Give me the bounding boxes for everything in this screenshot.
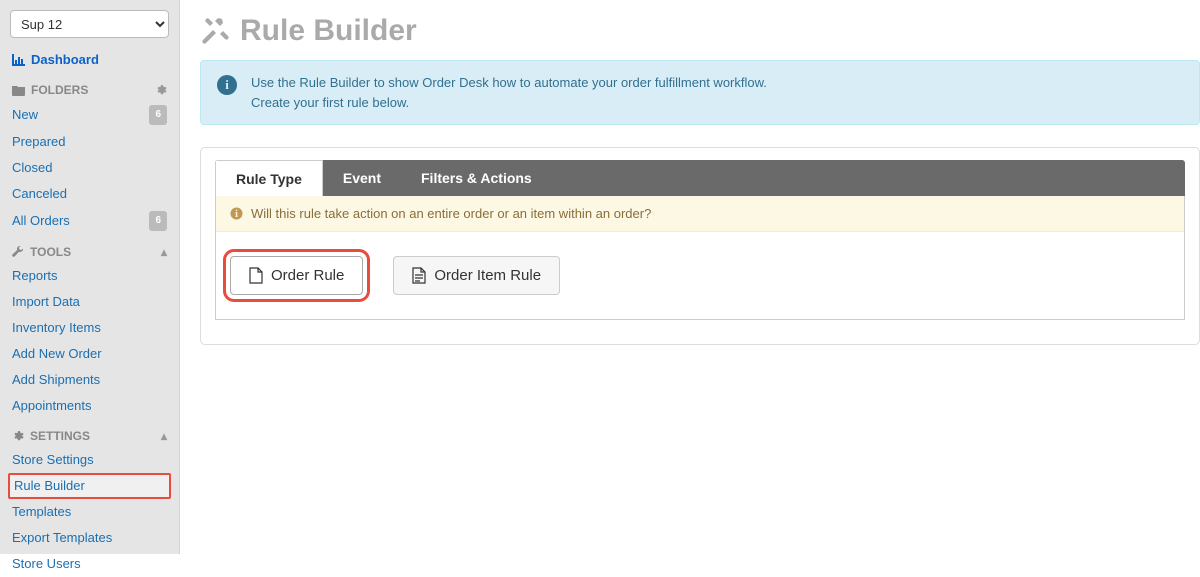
- tab-body: i Will this rule take action on an entir…: [215, 196, 1185, 320]
- sidebar-item-label: Canceled: [12, 185, 67, 203]
- sidebar-item-label: Inventory Items: [12, 319, 101, 337]
- tab-event[interactable]: Event: [323, 160, 401, 196]
- sidebar-item-inventory-items[interactable]: Inventory Items: [0, 315, 179, 341]
- store-selector: Sup 12: [10, 10, 169, 38]
- sidebar-item-closed[interactable]: Closed: [0, 155, 179, 181]
- tab-filters-actions[interactable]: Filters & Actions: [401, 160, 552, 196]
- sidebar-item-new[interactable]: New 6: [0, 101, 179, 129]
- sidebar-item-label: Export Templates: [12, 529, 112, 547]
- sidebar-item-label: Store Settings: [12, 451, 94, 469]
- info-line-1: Use the Rule Builder to show Order Desk …: [251, 73, 767, 93]
- order-rule-button[interactable]: Order Rule: [230, 256, 363, 295]
- caret-up-icon[interactable]: ▴: [161, 429, 167, 443]
- page-title: Rule Builder: [200, 14, 1200, 48]
- sidebar-item-label: Store Users: [12, 555, 81, 573]
- button-label: Order Item Rule: [434, 267, 541, 284]
- settings-header: SETTINGS ▴: [0, 419, 179, 447]
- dashboard-label: Dashboard: [31, 52, 99, 67]
- gear-icon[interactable]: [155, 84, 167, 96]
- badge: 6: [149, 105, 167, 125]
- info-icon: i: [230, 207, 243, 220]
- info-box: i Use the Rule Builder to show Order Des…: [200, 60, 1200, 125]
- sidebar: Sup 12 Dashboard FOLDERS New 6 Prepared …: [0, 0, 180, 554]
- sidebar-item-prepared[interactable]: Prepared: [0, 129, 179, 155]
- info-icon: i: [217, 75, 237, 95]
- tools-header: TOOLS ▴: [0, 235, 179, 263]
- tools-header-label: TOOLS: [30, 245, 71, 259]
- rule-buttons: Order Rule Order Item Rule: [216, 232, 1184, 319]
- folders-header-label: FOLDERS: [31, 83, 88, 97]
- info-text: Use the Rule Builder to show Order Desk …: [251, 73, 767, 112]
- sidebar-item-label: New: [12, 106, 38, 124]
- hint-bar: i Will this rule take action on an entir…: [216, 196, 1184, 232]
- folders-header: FOLDERS: [0, 73, 179, 101]
- sidebar-item-reports[interactable]: Reports: [0, 263, 179, 289]
- file-icon: [249, 267, 263, 284]
- sidebar-item-label: Templates: [12, 503, 71, 521]
- sidebar-item-label: Reports: [12, 267, 58, 285]
- badge: 6: [149, 211, 167, 231]
- settings-header-label: SETTINGS: [30, 429, 90, 443]
- info-line-2: Create your first rule below.: [251, 93, 767, 113]
- svg-text:i: i: [235, 209, 238, 220]
- sidebar-item-label: Add Shipments: [12, 371, 100, 389]
- sidebar-item-label: Import Data: [12, 293, 80, 311]
- sidebar-item-export-templates[interactable]: Export Templates: [0, 525, 179, 551]
- tab-rule-type[interactable]: Rule Type: [215, 160, 323, 196]
- gear-icon: [12, 430, 24, 442]
- sidebar-item-label: Appointments: [12, 397, 92, 415]
- sidebar-item-label: Prepared: [12, 133, 65, 151]
- sidebar-item-label: Closed: [12, 159, 52, 177]
- sidebar-item-all-orders[interactable]: All Orders 6: [0, 207, 179, 235]
- sidebar-item-appointments[interactable]: Appointments: [0, 393, 179, 419]
- tabs: Rule Type Event Filters & Actions: [215, 160, 1185, 196]
- button-label: Order Rule: [271, 267, 344, 284]
- rule-panel: Rule Type Event Filters & Actions i Will…: [200, 147, 1200, 345]
- sidebar-item-label: All Orders: [12, 212, 70, 230]
- caret-up-icon[interactable]: ▴: [161, 245, 167, 259]
- wrench-icon: [12, 246, 24, 258]
- sidebar-item-add-shipments[interactable]: Add Shipments: [0, 367, 179, 393]
- chart-icon: [12, 54, 25, 66]
- sidebar-item-add-new-order[interactable]: Add New Order: [0, 341, 179, 367]
- page-title-text: Rule Builder: [240, 14, 417, 48]
- dashboard-link[interactable]: Dashboard: [0, 46, 179, 73]
- hint-text: Will this rule take action on an entire …: [251, 206, 651, 221]
- sidebar-item-store-settings[interactable]: Store Settings: [0, 447, 179, 473]
- sidebar-item-rule-builder[interactable]: Rule Builder: [8, 473, 171, 499]
- sidebar-item-store-users[interactable]: Store Users: [0, 551, 179, 577]
- order-item-rule-button[interactable]: Order Item Rule: [393, 256, 560, 295]
- sidebar-item-import-data[interactable]: Import Data: [0, 289, 179, 315]
- store-select-dropdown[interactable]: Sup 12: [10, 10, 169, 38]
- sidebar-item-canceled[interactable]: Canceled: [0, 181, 179, 207]
- file-text-icon: [412, 267, 426, 284]
- sidebar-item-label: Rule Builder: [14, 477, 85, 495]
- tools-icon: [200, 16, 230, 46]
- sidebar-item-templates[interactable]: Templates: [0, 499, 179, 525]
- folder-icon: [12, 85, 25, 96]
- main-content: Rule Builder i Use the Rule Builder to s…: [180, 0, 1200, 554]
- sidebar-item-label: Add New Order: [12, 345, 102, 363]
